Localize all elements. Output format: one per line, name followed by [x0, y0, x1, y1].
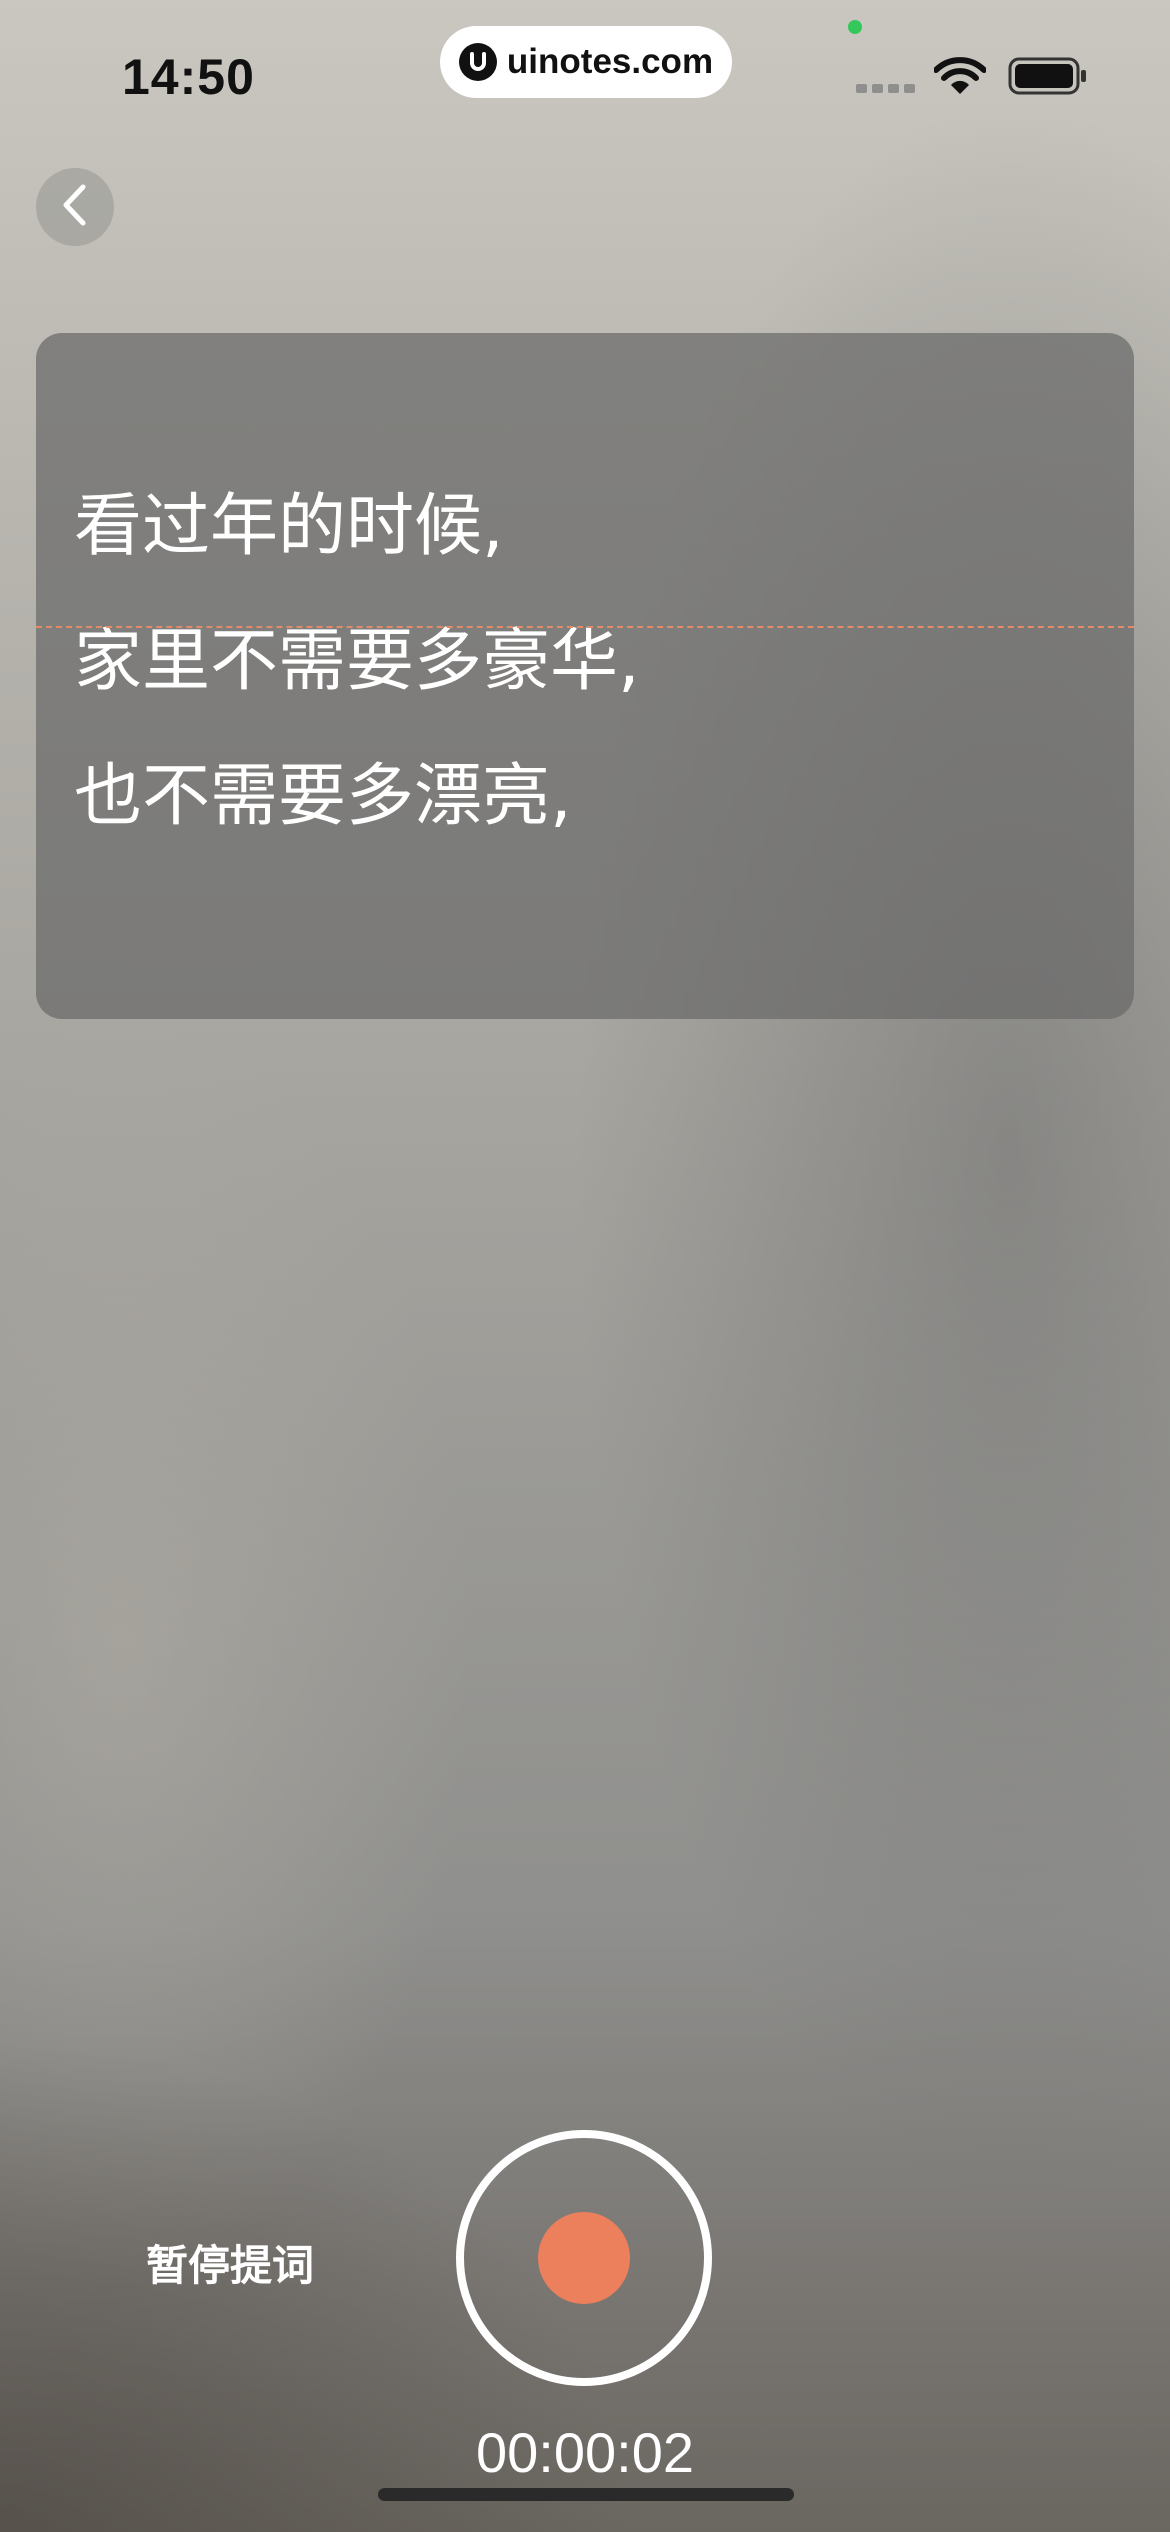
battery-icon [1008, 56, 1088, 100]
mic-indicator-dot [848, 20, 862, 34]
home-indicator[interactable] [378, 2488, 794, 2501]
record-button[interactable] [456, 2130, 712, 2386]
wifi-icon [933, 56, 987, 100]
url-pill[interactable]: uinotes.com [440, 26, 732, 98]
record-dot-icon [538, 2212, 630, 2304]
chevron-left-icon [58, 182, 92, 232]
teleprompter-panel[interactable]: 看过年的时候, 家里不需要多豪华, 也不需要多漂亮, [36, 333, 1134, 1019]
prompter-line: 也不需要多漂亮, [74, 757, 572, 836]
url-text: uinotes.com [506, 42, 714, 81]
recording-timer: 00:00:02 [476, 2421, 694, 2484]
reading-guide-line [36, 626, 1134, 628]
prompter-line: 家里不需要多豪华, [74, 622, 640, 701]
signal-icon [856, 84, 915, 93]
uinotes-logo-icon [458, 43, 497, 81]
status-time: 14:50 [122, 49, 255, 105]
pause-prompter-button[interactable]: 暂停提词 [146, 2232, 314, 2293]
back-button[interactable] [36, 168, 114, 246]
prompter-line: 看过年的时候, [74, 487, 504, 566]
